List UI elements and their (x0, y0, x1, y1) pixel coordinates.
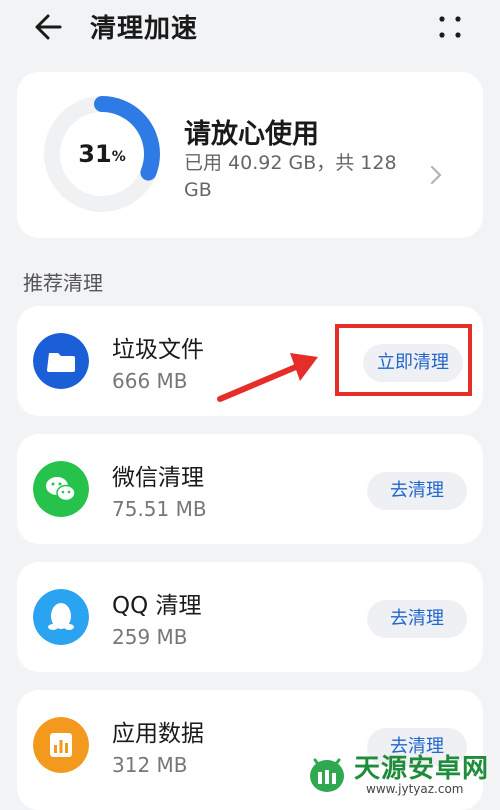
storage-usage-detail: 已用 40.92 GB，共 128 GB (184, 152, 397, 201)
list-item-wechat[interactable]: 微信清理 75.51 MB 去清理 (17, 434, 483, 544)
chevron-right-icon (430, 165, 442, 185)
storage-status-title: 请放心使用 (184, 119, 319, 150)
item-size: 666 MB (112, 369, 188, 393)
storage-percent-value: 31 (78, 140, 112, 168)
go-clean-button[interactable]: 去清理 (367, 472, 467, 510)
back-arrow-icon (35, 14, 62, 40)
list-item-qq[interactable]: QQ 清理 259 MB 去清理 (17, 562, 483, 672)
item-name: 微信清理 (112, 465, 204, 491)
storage-percent-label: 31 % (44, 96, 160, 212)
watermark-url: www.jytyaz.com (366, 782, 464, 796)
item-size: 312 MB (112, 753, 188, 777)
item-size: 75.51 MB (112, 497, 207, 521)
more-dots-icon (439, 16, 461, 38)
page-title: 清理加速 (90, 14, 199, 44)
wechat-icon (33, 461, 89, 517)
item-name: 应用数据 (112, 721, 204, 747)
folder-icon (33, 333, 89, 389)
section-label-recommended: 推荐清理 (23, 271, 103, 295)
item-name: QQ 清理 (112, 593, 202, 619)
watermark-logo-icon (310, 758, 344, 792)
item-size: 259 MB (112, 625, 188, 649)
annotation-arrow-icon (217, 353, 318, 402)
go-clean-button[interactable]: 去清理 (367, 600, 467, 638)
storage-percent-sign: % (111, 149, 126, 165)
site-watermark: 天源安卓网 www.jytyaz.com (306, 748, 500, 804)
back-button[interactable] (30, 10, 68, 44)
annotation-highlight-box (335, 324, 472, 396)
qq-icon (33, 589, 89, 645)
more-options-button[interactable] (432, 10, 468, 44)
watermark-text: 天源安卓网 (354, 754, 490, 784)
item-name: 垃圾文件 (112, 337, 204, 363)
app-data-icon (33, 717, 89, 773)
top-bar: 清理加速 (0, 0, 500, 58)
